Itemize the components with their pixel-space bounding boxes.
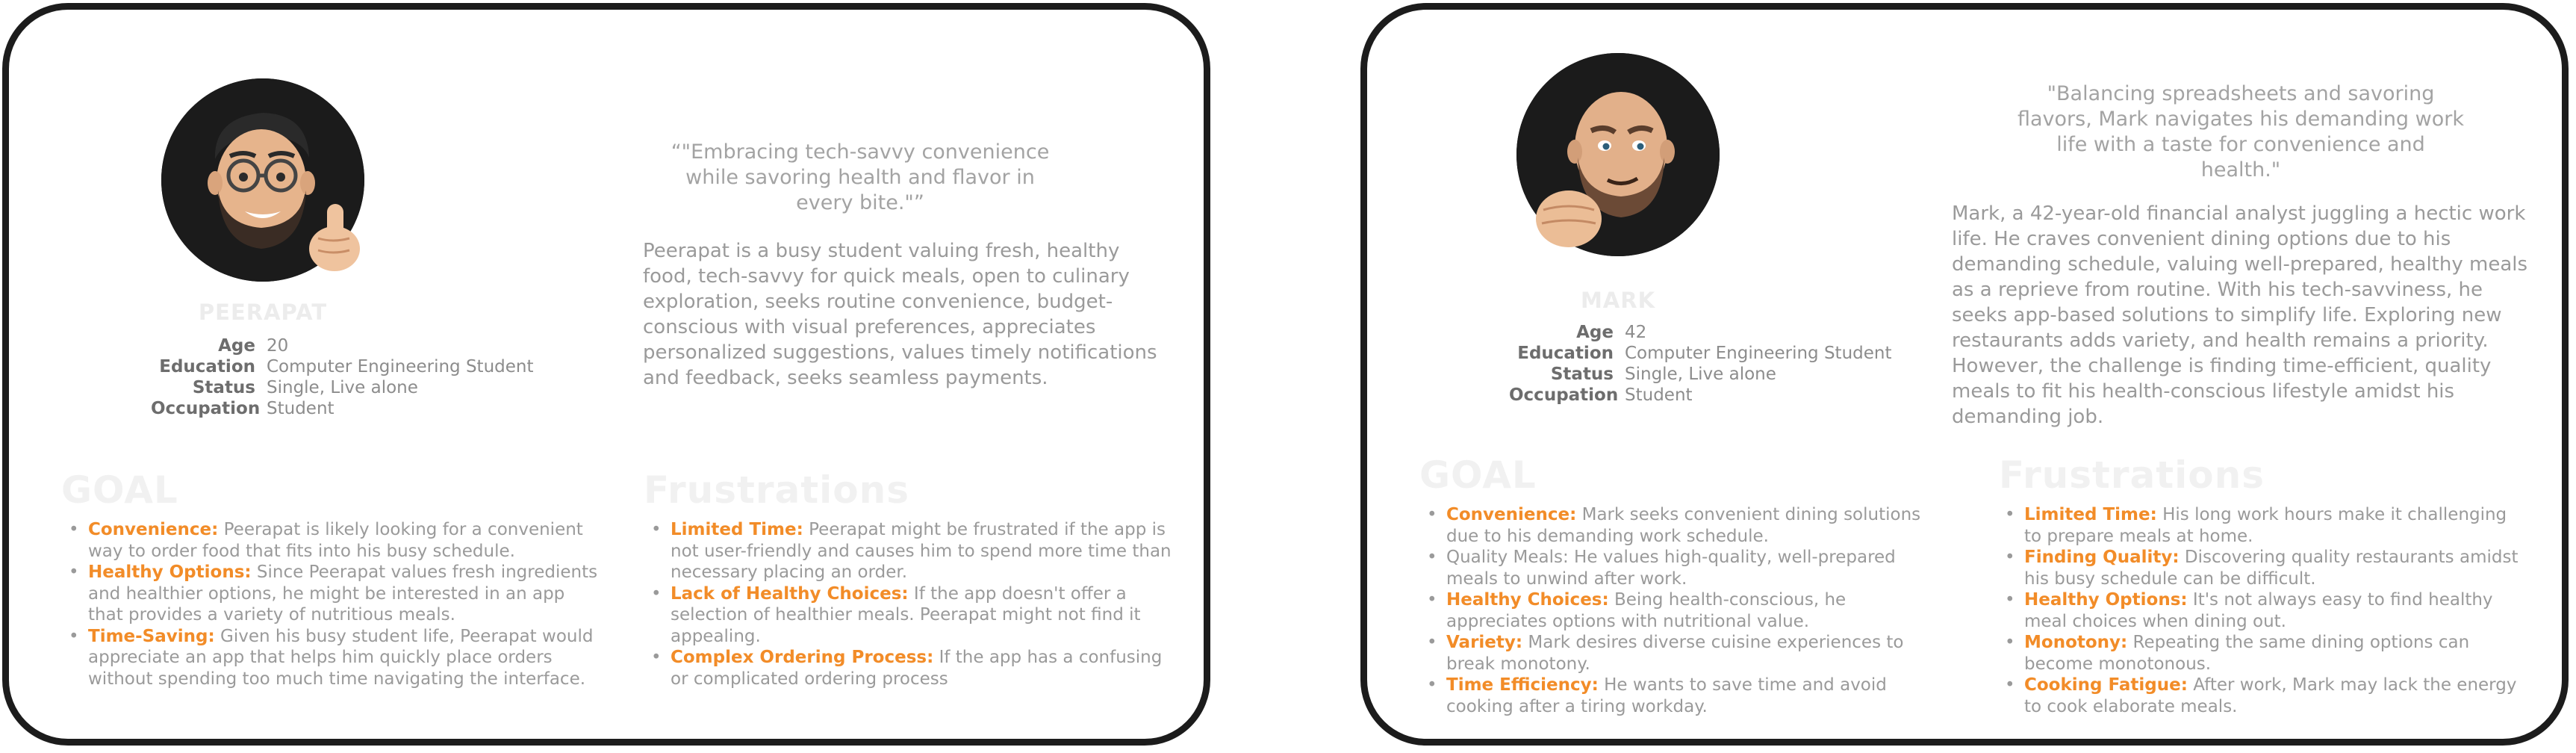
list-item: Healthy Options: It's not always easy to… (1999, 589, 2521, 632)
info-row-age: Age 20 (151, 335, 534, 356)
frustrations-list: Limited Time: Peerapat might be frustrat… (645, 519, 1175, 690)
persona-name: MARK (1580, 288, 1656, 313)
goal-list: Convenience: Mark seeks convenient dinin… (1421, 504, 1944, 717)
info-value: Computer Engineering Student (1625, 344, 1892, 363)
info-value: Student (1625, 385, 1693, 405)
list-item: Variety: Mark desires diverse cuisine ex… (1421, 632, 1944, 675)
info-label: Age (218, 336, 255, 356)
info-value: Computer Engineering Student (267, 357, 534, 376)
goal-title: GOAL (1419, 453, 1537, 497)
frustrations-list: Limited Time: His long work hours make i… (1999, 504, 2521, 717)
info-label: Age (1576, 323, 1614, 342)
info-label: Occupation (1509, 385, 1619, 405)
persona-name: PEERAPAT (198, 300, 328, 325)
persona-bio: Mark, a 42-year-old financial analyst ju… (1952, 202, 2528, 428)
list-item: Finding Quality: Discovering quality res… (1999, 547, 2521, 589)
avatar (161, 78, 364, 282)
persona-card-peerapat: PEERAPAT Age 20 Education Computer Enginee… (2, 3, 1210, 746)
info-label: Status (192, 378, 255, 397)
goal-list: Convenience: Peerapat is likely looking … (63, 519, 600, 690)
avatar (1516, 53, 1720, 256)
list-item: Convenience: Mark seeks convenient dinin… (1421, 504, 1944, 547)
memoji-bald-fist-icon (1516, 53, 1720, 256)
list-item: Quality Meals: He values high-quality, w… (1421, 547, 1944, 589)
info-value: 42 (1625, 323, 1647, 342)
persona-quote: “"Embracing tech-savvy convenience while… (671, 140, 1050, 214)
info-row-education: Education Computer Engineering Student (1509, 343, 1892, 364)
list-item: Time-Saving: Given his busy student life… (63, 626, 600, 690)
list-item: Lack of Healthy Choices: If the app does… (645, 583, 1175, 648)
info-label: Education (1517, 344, 1614, 363)
info-value: 20 (267, 336, 289, 356)
info-row-occupation: Occupation Student (151, 398, 534, 419)
list-item: Cooking Fatigue: After work, Mark may la… (1999, 675, 2521, 717)
info-value: Single, Live alone (1625, 365, 1776, 384)
list-item: Healthy Options: Since Peerapat values f… (63, 562, 600, 626)
list-item: Monotony: Repeating the same dining opti… (1999, 632, 2521, 675)
persona-info: Age 20 Education Computer Engineering Stud… (151, 335, 534, 419)
persona-quote: "Balancing spreadsheets and savoring fla… (2017, 82, 2464, 182)
info-row-status: Status Single, Live alone (151, 377, 534, 398)
persona-info: Age 42 Education Computer Engineering Stud… (1509, 322, 1892, 406)
memoji-glasses-thumbsup-icon (161, 78, 364, 282)
list-item: Convenience: Peerapat is likely looking … (63, 519, 600, 562)
info-label: Status (1550, 365, 1614, 384)
info-row-occupation: Occupation Student (1509, 385, 1892, 406)
list-item: Healthy Choices: Being health-conscious,… (1421, 589, 1944, 632)
list-item: Complex Ordering Process: If the app has… (645, 647, 1175, 690)
frustrations-title: Frustrations (644, 468, 910, 512)
info-row-education: Education Computer Engineering Student (151, 356, 534, 377)
persona-bio: Peerapat is a busy student valuing fresh… (643, 240, 1157, 389)
info-value: Student (267, 399, 335, 418)
list-item: Limited Time: His long work hours make i… (1999, 504, 2521, 547)
list-item: Time Efficiency: He wants to save time a… (1421, 675, 1944, 717)
info-label: Education (159, 357, 255, 376)
frustrations-title: Frustrations (1999, 453, 2265, 497)
info-row-age: Age 42 (1509, 322, 1892, 343)
info-row-status: Status Single, Live alone (1509, 364, 1892, 385)
persona-card-mark: MARK Age 42 Education Computer Engineering… (1360, 3, 2569, 746)
info-label: Occupation (151, 399, 261, 418)
info-value: Single, Live alone (267, 378, 418, 397)
list-item: Limited Time: Peerapat might be frustrat… (645, 519, 1175, 583)
goal-title: GOAL (61, 468, 178, 512)
